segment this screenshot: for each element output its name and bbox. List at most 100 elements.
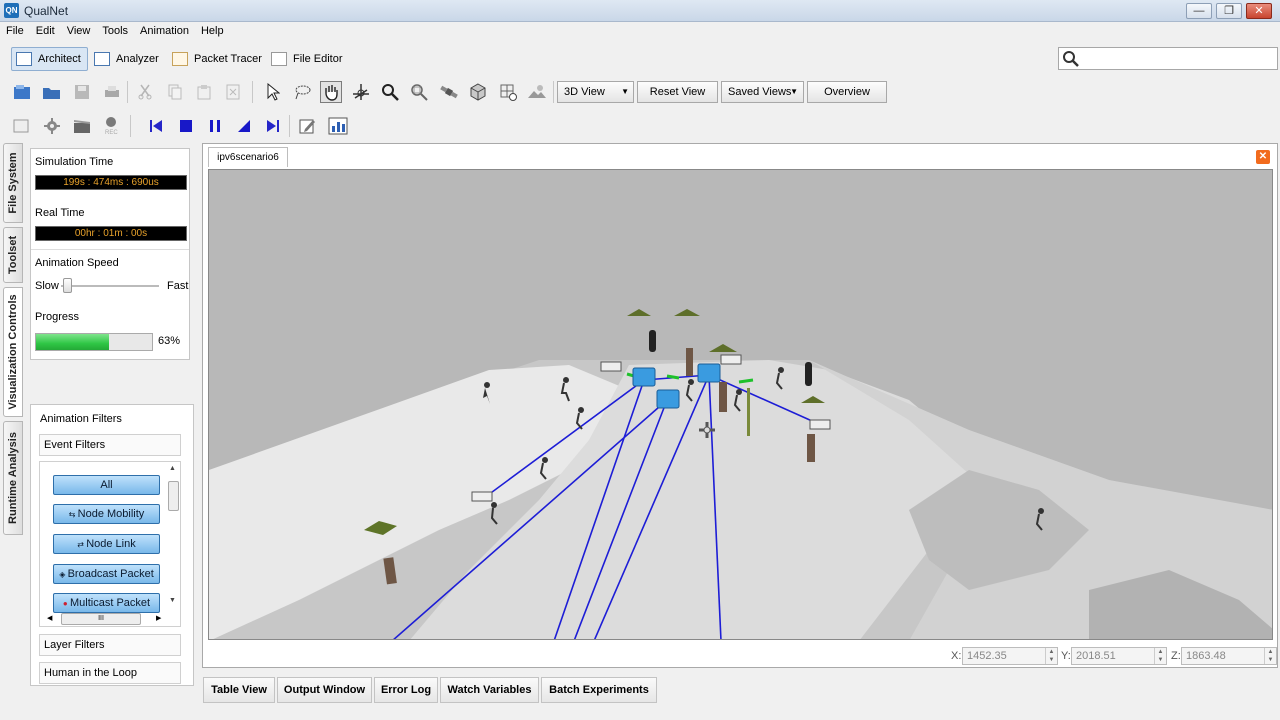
run-scenario-icon[interactable] [11, 115, 33, 137]
clapperboard-icon[interactable] [71, 115, 93, 137]
tab-runtime-analysis-label: Runtime Analysis [7, 432, 19, 524]
speed-fast-label: Fast [167, 280, 189, 292]
tab-output-window[interactable]: Output Window [277, 677, 372, 703]
scenario-tab[interactable]: ipv6scenario6 [208, 147, 288, 167]
record-icon[interactable]: REC [100, 115, 122, 137]
stop-icon[interactable] [175, 115, 197, 137]
cube-icon[interactable] [467, 81, 489, 103]
filter-multicast-packet-label: Multicast Packet [69, 597, 151, 609]
copy-icon[interactable] [164, 81, 186, 103]
view-mode-value: 3D View [564, 86, 605, 98]
terrain-icon[interactable] [526, 81, 548, 103]
lasso-icon[interactable] [291, 81, 313, 103]
filter-multicast-packet-button[interactable]: ● Multicast Packet [53, 593, 160, 613]
rotate-axes-icon[interactable] [350, 81, 372, 103]
saved-views-label: Saved Views [728, 86, 792, 98]
svg-text:REC: REC [105, 130, 118, 136]
satellite-icon[interactable] [438, 81, 460, 103]
progress-bar [35, 333, 153, 351]
filter-all-button[interactable]: All [53, 475, 160, 495]
menu-animation[interactable]: Animation [134, 22, 195, 40]
restore-button[interactable]: ❐ [1216, 3, 1242, 19]
simulation-time-display: 199s : 474ms : 690us [35, 175, 187, 190]
file-editor-tab[interactable]: File Editor [266, 47, 350, 71]
filter-broadcast-packet-button[interactable]: ◈ Broadcast Packet [53, 564, 160, 584]
menu-edit[interactable]: Edit [30, 22, 61, 40]
architect-tab[interactable]: Architect [11, 47, 88, 71]
menu-help[interactable]: Help [195, 22, 230, 40]
packet-tracer-tab[interactable]: Packet Tracer [167, 47, 269, 71]
filter-list-hscrollbar[interactable]: ◀ III ▶ [41, 613, 166, 626]
minimize-button[interactable]: — [1186, 3, 1212, 19]
packet-tracer-icon [172, 52, 188, 66]
save-icon[interactable] [71, 81, 93, 103]
tab-runtime-analysis[interactable]: Runtime Analysis [3, 421, 23, 535]
filter-node-link-button[interactable]: ⇄ Node Link [53, 534, 160, 554]
search-input[interactable] [1058, 47, 1278, 70]
open-folder-icon[interactable] [41, 81, 63, 103]
y-coord-field[interactable]: 2018.51 ▲ ▼ [1071, 647, 1167, 665]
speed-slider-thumb[interactable] [62, 278, 72, 293]
speed-slider-track[interactable] [61, 285, 159, 287]
saved-views-button[interactable]: Saved Views ▼ [721, 81, 804, 103]
x-coord-field[interactable]: 1452.35 ▲ ▼ [962, 647, 1058, 665]
progress-fill [36, 334, 110, 350]
delete-icon[interactable] [222, 81, 244, 103]
overview-button[interactable]: Overview [807, 81, 887, 103]
view-mode-select[interactable]: 3D View ▼ [557, 81, 634, 103]
tab-file-system[interactable]: File System [3, 143, 23, 223]
human-in-the-loop-header[interactable]: Human in the Loop [39, 662, 181, 684]
filter-node-mobility-button[interactable]: ⇆ Node Mobility [53, 504, 160, 524]
simulation-time-label: Simulation Time [35, 156, 114, 168]
settings-gear-icon[interactable] [41, 115, 63, 137]
broadcast-icon: ◈ [59, 570, 68, 579]
cut-icon[interactable] [134, 81, 156, 103]
hscroll-thumb[interactable]: III [61, 613, 141, 625]
tab-error-log[interactable]: Error Log [374, 677, 438, 703]
close-view-icon[interactable]: ✕ [1256, 150, 1270, 164]
node-mobility-icon: ⇆ [68, 510, 78, 519]
filter-list-vscrollbar[interactable]: ▲ ▼ [167, 465, 180, 625]
side-tab-strip: File System Toolset Visualization Contro… [0, 143, 26, 703]
skip-forward-icon[interactable] [262, 115, 284, 137]
analyzer-tab[interactable]: Analyzer [89, 47, 166, 71]
speed-slow-label: Slow [35, 280, 59, 292]
tab-table-view[interactable]: Table View [203, 677, 275, 703]
paste-icon[interactable] [193, 81, 215, 103]
3d-view-canvas[interactable] [208, 169, 1273, 640]
zoom-icon[interactable] [379, 81, 401, 103]
reset-view-button[interactable]: Reset View [637, 81, 718, 103]
layer-filters-header[interactable]: Layer Filters [39, 634, 181, 656]
zoom-fit-icon[interactable] [408, 81, 430, 103]
filter-node-mobility-label: Node Mobility [77, 508, 145, 520]
skip-back-icon[interactable] [145, 115, 167, 137]
print-icon[interactable] [101, 81, 123, 103]
animation-toolbar: REC [0, 112, 400, 138]
edit-properties-icon[interactable] [297, 115, 319, 137]
y-coord-value: 2018.51 [1076, 650, 1116, 662]
pan-hand-icon[interactable] [320, 81, 342, 103]
animation-filters-title: Animation Filters [40, 413, 122, 425]
new-file-icon[interactable] [11, 81, 33, 103]
pause-icon[interactable] [204, 115, 226, 137]
tab-toolset[interactable]: Toolset [3, 227, 23, 283]
step-icon[interactable] [233, 115, 255, 137]
statistics-chart-icon[interactable] [327, 115, 349, 137]
event-filters-header[interactable]: Event Filters [39, 434, 181, 456]
close-window-button[interactable]: ✕ [1246, 3, 1272, 19]
progress-percent: 63% [158, 335, 181, 347]
tab-watch-variables[interactable]: Watch Variables [440, 677, 539, 703]
menu-tools[interactable]: Tools [96, 22, 134, 40]
scenario-3d-scene[interactable] [209, 170, 1273, 640]
tab-visualization-controls[interactable]: Visualization Controls [3, 287, 23, 417]
select-pointer-icon[interactable] [262, 81, 284, 103]
real-time-display: 00hr : 01m : 00s [35, 226, 187, 241]
packet-tracer-label: Packet Tracer [194, 53, 262, 65]
grid-settings-icon[interactable] [497, 81, 519, 103]
menu-file[interactable]: File [0, 22, 30, 40]
runtime-panel: Simulation Time 199s : 474ms : 690us Rea… [30, 148, 190, 360]
z-coord-field[interactable]: 1863.48 ▲ ▼ [1181, 647, 1277, 665]
menu-view[interactable]: View [61, 22, 97, 40]
filter-broadcast-packet-label: Broadcast Packet [67, 568, 154, 580]
tab-batch-experiments[interactable]: Batch Experiments [541, 677, 657, 703]
